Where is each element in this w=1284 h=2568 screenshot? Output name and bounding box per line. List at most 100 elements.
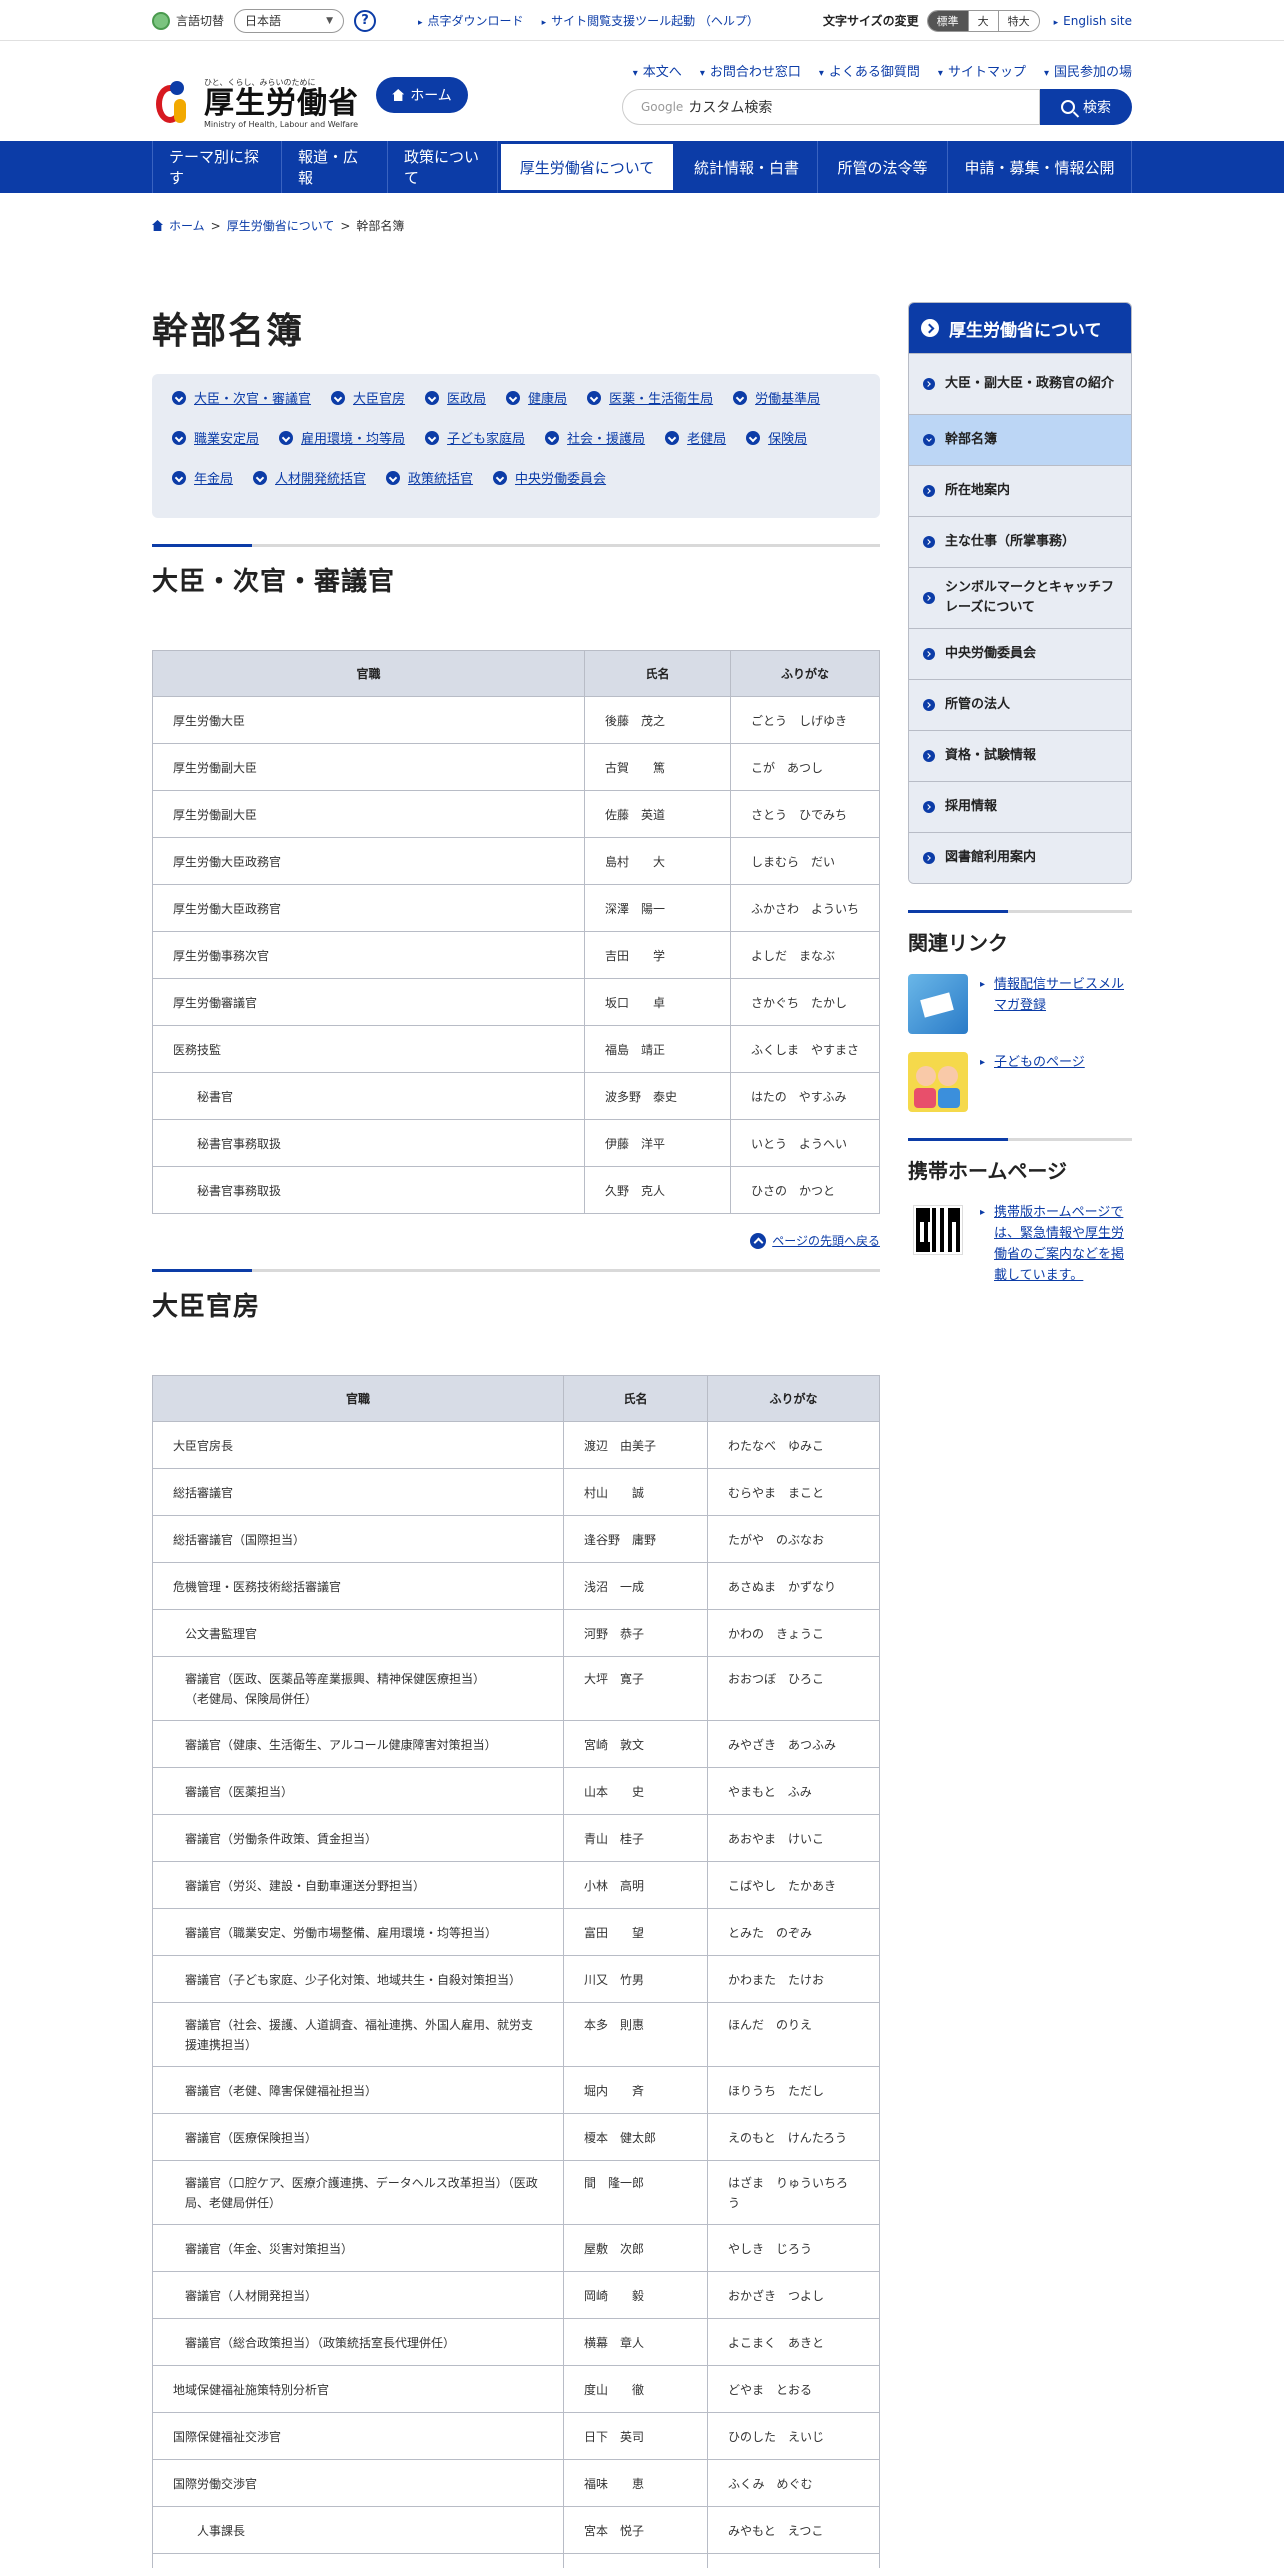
skip-to-content-link[interactable]: 本文へ (633, 61, 682, 80)
col-kana: ふりがな (707, 1375, 880, 1422)
cell-kana: あおやま けいこ (707, 1814, 880, 1862)
anchor-link[interactable]: 健康局 (506, 388, 567, 407)
anchor-link-label: 老健局 (687, 432, 727, 447)
gnav-about[interactable]: 厚生労働省について (498, 141, 676, 193)
side-menu-item[interactable]: 幹部名簿 (909, 414, 1131, 465)
anchor-link[interactable]: 医政局 (425, 388, 486, 407)
breadcrumb-home[interactable]: ホーム (169, 217, 205, 234)
related-link-item[interactable]: 情報配信サービスメルマガ登録 (908, 974, 1132, 1034)
search-button[interactable]: 検索 (1040, 89, 1132, 125)
cell-post: 総括審議官 (152, 1468, 564, 1516)
font-size-options: 標準 大 特大 (926, 9, 1040, 32)
language-select[interactable]: 日本語 ▼ (234, 8, 345, 33)
sitemap-link[interactable]: サイトマップ (938, 61, 1026, 80)
cell-post: 厚生労働副大臣 (152, 743, 585, 791)
gnav-laws[interactable]: 所管の法令等 (818, 141, 948, 193)
gnav-statistics[interactable]: 統計情報・白書 (676, 141, 818, 193)
chevron-down-icon (746, 430, 761, 445)
mobile-site-item[interactable]: 携帯版ホームページでは、緊急情報や厚生労働省のご案内などを掲載しています。 (908, 1202, 1132, 1286)
breadcrumb-about[interactable]: 厚生労働省について (227, 217, 335, 234)
braille-download-link[interactable]: 点字ダウンロード (418, 12, 524, 29)
chevron-right-icon (923, 536, 935, 548)
section-heading: 大臣・次官・審議官 (152, 544, 880, 598)
cell-kana: さとう ひでみち (730, 790, 880, 838)
anchor-link[interactable]: 社会・援護局 (545, 428, 645, 447)
cell-name: 間 隆一郎 (563, 2160, 708, 2225)
contact-link[interactable]: お問合わせ窓口 (700, 61, 801, 80)
table-row: 公文書監理官 河野 恭子 かわの きょうこ (152, 1609, 880, 1657)
chevron-right-icon (923, 485, 935, 497)
side-menu-item[interactable]: 中央労働委員会 (909, 628, 1131, 679)
english-site-link[interactable]: English site (1054, 14, 1132, 28)
home-button[interactable]: ホーム (376, 77, 468, 113)
related-link-item[interactable]: 子どものページ (908, 1052, 1132, 1112)
cell-post: 参事官（人事担当） (152, 2553, 564, 2568)
anchor-link[interactable]: 子ども家庭局 (425, 428, 525, 447)
cell-post: 審議官（健康、生活衛生、アルコール健康障害対策担当） (152, 1720, 564, 1768)
cell-name: 横幕 章人 (563, 2318, 708, 2366)
side-menu-item-label: 大臣・副大臣・政務官の紹介 (945, 376, 1115, 391)
table-row: 医務技監 福島 靖正 ふくしま やすまさ (152, 1025, 880, 1073)
side-menu-item[interactable]: 採用情報 (909, 781, 1131, 832)
side-menu-title[interactable]: 厚生労働省について (909, 303, 1131, 353)
table-row: 厚生労働大臣 後藤 茂之 ごとう しげゆき (152, 696, 880, 744)
anchor-link[interactable]: 年金局 (172, 468, 233, 487)
side-menu-item[interactable]: シンボルマークとキャッチフレーズについて (909, 567, 1131, 628)
side-menu-item[interactable]: 所在地案内 (909, 465, 1131, 516)
anchor-link[interactable]: 政策統括官 (386, 468, 473, 487)
table-row: 人事課長 宮本 悦子 みやもと えつこ (152, 2506, 880, 2554)
site-logo[interactable]: ひと、くらし、みらいのために 厚生労働省 Ministry of Health,… (152, 77, 359, 129)
cell-name: 吉田 学 (584, 931, 731, 979)
cell-name: 坂口 卓 (584, 978, 731, 1026)
anchor-link[interactable]: 医薬・生活衛生局 (587, 388, 713, 407)
arrow-up-icon (750, 1232, 767, 1249)
anchor-link-label: 保険局 (768, 432, 808, 447)
font-size-standard-button[interactable]: 標準 (927, 10, 968, 31)
anchor-link[interactable]: 職業安定局 (172, 428, 259, 447)
anchor-link[interactable]: 保険局 (746, 428, 807, 447)
cell-post: 総括審議官（国際担当） (152, 1515, 564, 1563)
side-menu-item[interactable]: 大臣・副大臣・政務官の紹介 (909, 353, 1131, 414)
gnav-press[interactable]: 報道・広報 (282, 141, 388, 193)
side-menu-item[interactable]: 資格・試験情報 (909, 730, 1131, 781)
mobile-site-link[interactable]: 携帯版ホームページでは、緊急情報や厚生労働省のご案内などを掲載しています。 (980, 1202, 1132, 1286)
gnav-applications[interactable]: 申請・募集・情報公開 (948, 141, 1132, 193)
side-menu-item[interactable]: 図書館利用案内 (909, 832, 1131, 883)
accessibility-tool-link[interactable]: サイト閲覧支援ツール起動 （ヘルプ） (542, 12, 759, 29)
search-input[interactable]: Google カスタム検索 (622, 89, 1040, 125)
gnav-policy[interactable]: 政策について (388, 141, 498, 193)
table-row: 審議官（社会、援護、人道調査、福祉連携、外国人雇用、就労支 援連携担当） 本多 則… (152, 2002, 880, 2067)
font-size-large-button[interactable]: 大 (967, 10, 998, 31)
font-size-xlarge-button[interactable]: 特大 (997, 10, 1039, 31)
mail-magazine-link[interactable]: 情報配信サービスメルマガ登録 (980, 974, 1132, 1034)
anchor-link-label: 大臣・次官・審議官 (194, 392, 312, 407)
cell-post: 審議官（子ども家庭、少子化対策、地域共生・自殺対策担当） (152, 1955, 564, 2003)
anchor-link[interactable]: 雇用環境・均等局 (279, 428, 405, 447)
cell-kana: よしだ まなぶ (730, 931, 880, 979)
faq-link[interactable]: よくある御質問 (819, 61, 920, 80)
anchor-link[interactable]: 大臣官房 (331, 388, 405, 407)
gnav-theme[interactable]: テーマ別に探す (152, 141, 282, 193)
cell-kana: かわの きょうこ (707, 1609, 880, 1657)
kids-page-link[interactable]: 子どものページ (980, 1052, 1085, 1112)
page-top-label: ページの先頭へ戻る (772, 1234, 880, 1248)
anchor-link[interactable]: 労働基準局 (733, 388, 820, 407)
anchor-link[interactable]: 人材開発統括官 (253, 468, 366, 487)
page-top-link[interactable]: ページの先頭へ戻る (152, 1232, 880, 1249)
side-menu-item[interactable]: 所管の法人 (909, 679, 1131, 730)
anchor-link[interactable]: 大臣・次官・審議官 (172, 388, 311, 407)
cell-kana: ふくみ めぐむ (707, 2459, 880, 2507)
col-name: 氏名 (584, 650, 731, 697)
chevron-down-icon (172, 470, 186, 485)
public-participation-link[interactable]: 国民参加の場 (1044, 61, 1132, 80)
chevron-down-icon (493, 470, 508, 485)
chevron-down-icon (923, 434, 935, 446)
side-menu-item-label: 中央労働委員会 (945, 646, 1037, 661)
side-menu-item[interactable]: 主な仕事（所掌事務） (909, 516, 1131, 567)
anchor-link[interactable]: 老健局 (665, 428, 726, 447)
table-row: 参事官（人事担当）竹林 悟史たけばやし さとし (152, 2553, 880, 2568)
anchor-link[interactable]: 中央労働委員会 (493, 468, 606, 487)
language-label: 言語切替 (176, 14, 225, 28)
home-icon (392, 89, 405, 101)
help-icon[interactable]: ? (354, 9, 377, 32)
